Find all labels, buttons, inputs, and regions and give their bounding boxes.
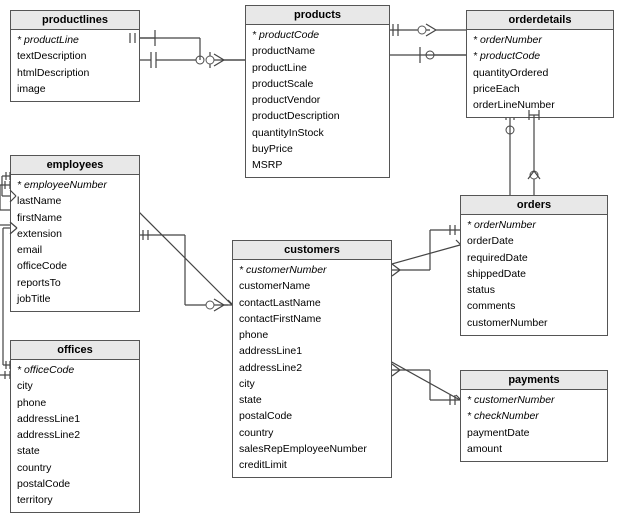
erd-diagram: productlines productLine textDescription… [0,0,626,500]
field-products-buyPrice: buyPrice [252,141,383,157]
field-employees-lastName: lastName [17,193,133,209]
field-offices-city: city [17,378,133,394]
field-customers-addressLine2: addressLine2 [239,360,385,376]
field-orderdetails-orderLineNumber: orderLineNumber [473,97,607,113]
field-productlines-productLine: productLine [17,32,133,48]
entity-productlines-body: productLine textDescription htmlDescript… [11,30,139,101]
field-orderdetails-quantityOrdered: quantityOrdered [473,65,607,81]
entity-orders-body: orderNumber orderDate requiredDate shipp… [461,215,607,335]
entity-employees-body: employeeNumber lastName firstName extens… [11,175,139,311]
entity-products-body: productCode productName productLine prod… [246,25,389,177]
field-customers-contactLastName: contactLastName [239,295,385,311]
field-customers-creditLimit: creditLimit [239,457,385,473]
field-orders-requiredDate: requiredDate [467,250,601,266]
field-productlines-textDescription: textDescription [17,48,133,64]
field-payments-amount: amount [467,441,601,457]
entity-payments-body: customerNumber checkNumber paymentDate a… [461,390,607,461]
field-products-productScale: productScale [252,76,383,92]
field-offices-addressLine2: addressLine2 [17,427,133,443]
field-customers-phone: phone [239,327,385,343]
field-orderdetails-priceEach: priceEach [473,81,607,97]
entity-productlines: productlines productLine textDescription… [10,10,140,102]
field-employees-firstName: firstName [17,210,133,226]
field-products-productCode: productCode [252,27,383,43]
field-employees-jobTitle: jobTitle [17,291,133,307]
field-productlines-htmlDescription: htmlDescription [17,65,133,81]
field-customers-addressLine1: addressLine1 [239,343,385,359]
field-employees-reportsTo: reportsTo [17,275,133,291]
field-payments-paymentDate: paymentDate [467,425,601,441]
field-orders-orderNumber: orderNumber [467,217,601,233]
entity-orders: orders orderNumber orderDate requiredDat… [460,195,608,336]
entity-productlines-header: productlines [11,11,139,30]
entity-offices: offices officeCode city phone addressLin… [10,340,140,513]
field-products-productName: productName [252,43,383,59]
entity-employees: employees employeeNumber lastName firstN… [10,155,140,312]
entity-customers-body: customerNumber customerName contactLastN… [233,260,391,477]
field-offices-addressLine1: addressLine1 [17,411,133,427]
entity-orderdetails-body: orderNumber productCode quantityOrdered … [467,30,613,117]
entity-offices-body: officeCode city phone addressLine1 addre… [11,360,139,512]
field-products-MSRP: MSRP [252,157,383,173]
field-offices-officeCode: officeCode [17,362,133,378]
entity-customers-header: customers [233,241,391,260]
field-employees-officeCode: officeCode [17,258,133,274]
field-productlines-image: image [17,81,133,97]
field-customers-contactFirstName: contactFirstName [239,311,385,327]
entity-orderdetails-header: orderdetails [467,11,613,30]
field-orders-customerNumber: customerNumber [467,315,601,331]
field-payments-customerNumber: customerNumber [467,392,601,408]
field-orders-status: status [467,282,601,298]
entity-payments: payments customerNumber checkNumber paym… [460,370,608,462]
entity-orderdetails: orderdetails orderNumber productCode qua… [466,10,614,118]
field-orders-comments: comments [467,298,601,314]
entity-products: products productCode productName product… [245,5,390,178]
entity-products-header: products [246,6,389,25]
entity-employees-header: employees [11,156,139,175]
field-products-quantityInStock: quantityInStock [252,125,383,141]
field-orders-shippedDate: shippedDate [467,266,601,282]
field-offices-territory: territory [17,492,133,508]
field-orders-orderDate: orderDate [467,233,601,249]
field-offices-phone: phone [17,395,133,411]
field-customers-customerName: customerName [239,278,385,294]
field-customers-postalCode: postalCode [239,408,385,424]
field-products-productVendor: productVendor [252,92,383,108]
field-offices-state: state [17,443,133,459]
field-products-productDescription: productDescription [252,108,383,124]
field-employees-email: email [17,242,133,258]
field-offices-postalCode: postalCode [17,476,133,492]
field-orderdetails-orderNumber: orderNumber [473,32,607,48]
field-customers-salesRepEmployeeNumber: salesRepEmployeeNumber [239,441,385,457]
field-customers-state: state [239,392,385,408]
field-customers-customerNumber: customerNumber [239,262,385,278]
entity-payments-header: payments [461,371,607,390]
entity-offices-header: offices [11,341,139,360]
field-customers-city: city [239,376,385,392]
field-employees-extension: extension [17,226,133,242]
field-offices-country: country [17,460,133,476]
entity-customers: customers customerNumber customerName co… [232,240,392,478]
field-employees-employeeNumber: employeeNumber [17,177,133,193]
entity-orders-header: orders [461,196,607,215]
field-products-productLine: productLine [252,60,383,76]
field-customers-country: country [239,425,385,441]
field-payments-checkNumber: checkNumber [467,408,601,424]
field-orderdetails-productCode: productCode [473,48,607,64]
